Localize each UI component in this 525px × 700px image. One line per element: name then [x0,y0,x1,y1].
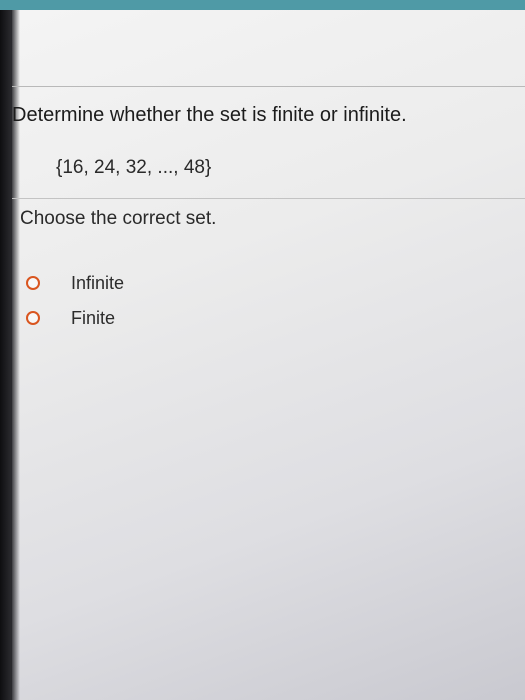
option-label: Finite [71,307,116,328]
answer-prompt: Choose the correct set. [20,208,217,229]
section-divider [12,198,525,199]
question-text: Determine whether the set is finite or i… [12,104,407,126]
option-finite[interactable]: Finite [26,306,115,330]
set-expression: {16, 24, 32, ..., 48} [56,157,212,178]
option-label: Infinite [71,272,125,293]
radio-button[interactable] [26,276,40,290]
top-divider [12,86,525,87]
top-accent-strip [0,0,525,10]
option-infinite[interactable]: Infinite [26,271,124,295]
radio-button[interactable] [26,311,40,325]
